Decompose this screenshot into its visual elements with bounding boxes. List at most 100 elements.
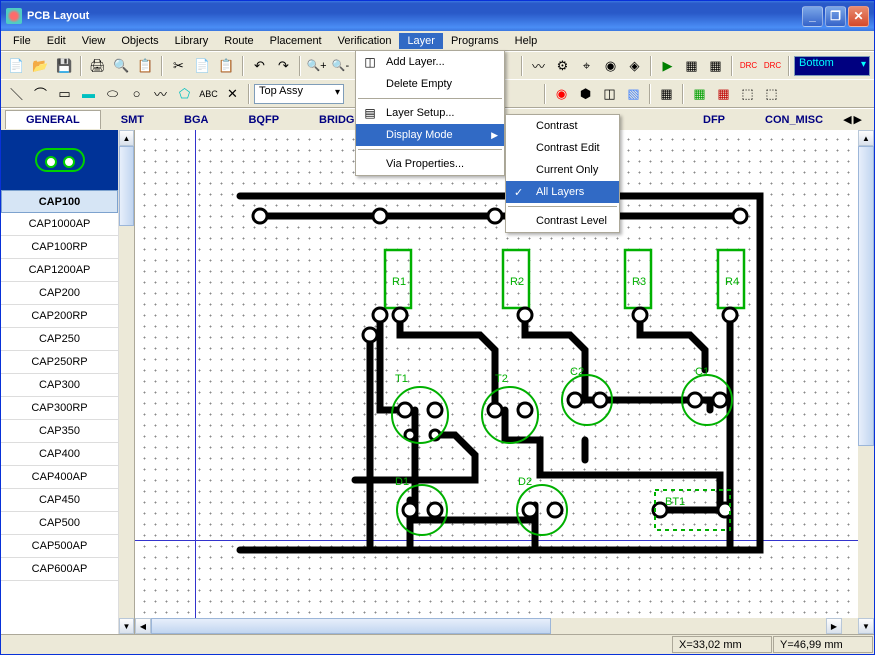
- pad-icon[interactable]: ⬢: [574, 83, 597, 105]
- grid-icon[interactable]: ▦: [655, 83, 678, 105]
- menu-layer[interactable]: Layer: [399, 33, 443, 49]
- menu-contrast-level[interactable]: Contrast Level: [506, 210, 619, 232]
- arc-icon[interactable]: ⌒: [29, 83, 52, 105]
- tool9-icon[interactable]: ▦: [688, 83, 711, 105]
- undo-icon[interactable]: ↶: [248, 55, 271, 77]
- assy-select[interactable]: Top Assy: [254, 84, 344, 104]
- paste-icon[interactable]: 📋: [215, 55, 238, 77]
- component-item[interactable]: CAP250RP: [1, 351, 118, 374]
- zoom-in-icon[interactable]: 🔍+: [305, 55, 328, 77]
- menu-file[interactable]: File: [5, 33, 39, 49]
- cat-bqfp[interactable]: BQFP: [228, 111, 299, 129]
- menu-contrast[interactable]: Contrast: [506, 115, 619, 137]
- menu-contrast-edit[interactable]: Contrast Edit: [506, 137, 619, 159]
- menu-programs[interactable]: Programs: [443, 33, 507, 49]
- pentagon-icon[interactable]: ⬠: [173, 83, 196, 105]
- display-mode-submenu: Contrast Contrast Edit Current Only ✓All…: [505, 114, 620, 233]
- zoom-out-icon[interactable]: 🔍-: [329, 55, 352, 77]
- component-item[interactable]: CAP250: [1, 328, 118, 351]
- tool8-icon[interactable]: ▧: [622, 83, 645, 105]
- copy-icon[interactable]: 📄: [191, 55, 214, 77]
- svg-text:R3: R3: [632, 276, 646, 288]
- tool7-icon[interactable]: ◫: [598, 83, 621, 105]
- component-item[interactable]: CAP200: [1, 282, 118, 305]
- title-icon[interactable]: 📋: [134, 55, 157, 77]
- cat-dfp[interactable]: DFP: [683, 111, 745, 129]
- component-item[interactable]: CAP400: [1, 443, 118, 466]
- component-item[interactable]: CAP1000AP: [1, 213, 118, 236]
- tool3-icon[interactable]: ◉: [599, 55, 622, 77]
- component-item[interactable]: CAP1200AP: [1, 259, 118, 282]
- menu-layer-setup[interactable]: ▤Layer Setup...: [356, 102, 504, 124]
- cut-icon[interactable]: ✂: [167, 55, 190, 77]
- cat-general[interactable]: GENERAL: [5, 110, 101, 129]
- minimize-button[interactable]: _: [802, 6, 823, 27]
- delete-icon[interactable]: ✕: [221, 83, 244, 105]
- drc-icon[interactable]: DRC: [737, 55, 760, 77]
- tool10-icon[interactable]: ▦: [712, 83, 735, 105]
- pcb-canvas[interactable]: R1 R2 R3 R4: [135, 130, 858, 618]
- tool1-icon[interactable]: ⚙: [551, 55, 574, 77]
- menu-route[interactable]: Route: [216, 33, 261, 49]
- component-item[interactable]: CAP200RP: [1, 305, 118, 328]
- rect-icon[interactable]: ▭: [53, 83, 76, 105]
- drc2-icon[interactable]: DRC: [761, 55, 784, 77]
- svg-text:BT1: BT1: [665, 496, 685, 508]
- text-icon[interactable]: ABC: [197, 83, 220, 105]
- menu-all-layers[interactable]: ✓All Layers: [506, 181, 619, 203]
- tool4-icon[interactable]: ◈: [623, 55, 646, 77]
- maximize-button[interactable]: ❐: [825, 6, 846, 27]
- component-item[interactable]: CAP400AP: [1, 466, 118, 489]
- component-item[interactable]: CAP100: [1, 190, 118, 213]
- component-item[interactable]: CAP300: [1, 374, 118, 397]
- route-icon[interactable]: 〰: [527, 55, 550, 77]
- component-item[interactable]: CAP350: [1, 420, 118, 443]
- ellipse-icon[interactable]: ⬭: [101, 83, 124, 105]
- cat-conmisc[interactable]: CON_MISC: [745, 111, 843, 129]
- canvas-h-scrollbar[interactable]: ◀ ▶: [135, 618, 858, 634]
- sidebar-scrollbar[interactable]: ▲ ▼: [118, 130, 134, 634]
- fillrect-icon[interactable]: ▬: [77, 83, 100, 105]
- menu-add-layer[interactable]: ◫Add Layer...: [356, 51, 504, 73]
- poly-icon[interactable]: 〰: [149, 83, 172, 105]
- open-icon[interactable]: 📂: [29, 55, 52, 77]
- tool5-icon[interactable]: ▦: [680, 55, 703, 77]
- component-item[interactable]: CAP500AP: [1, 535, 118, 558]
- cat-smt[interactable]: SMT: [101, 111, 164, 129]
- preview-icon[interactable]: 🔍: [110, 55, 133, 77]
- menu-library[interactable]: Library: [167, 33, 217, 49]
- tool12-icon[interactable]: ⬚: [760, 83, 783, 105]
- close-button[interactable]: ✕: [848, 6, 869, 27]
- menu-display-mode[interactable]: Display Mode▶: [356, 124, 504, 146]
- cat-next-icon[interactable]: ▶: [854, 113, 862, 126]
- menu-edit[interactable]: Edit: [39, 33, 74, 49]
- menu-via-properties[interactable]: Via Properties...: [356, 153, 504, 175]
- cat-bga[interactable]: BGA: [164, 111, 228, 129]
- play-icon[interactable]: ▶: [656, 55, 679, 77]
- menu-objects[interactable]: Objects: [113, 33, 166, 49]
- menu-view[interactable]: View: [74, 33, 114, 49]
- print-icon[interactable]: 🖨: [86, 55, 109, 77]
- tool2-icon[interactable]: ⌖: [575, 55, 598, 77]
- new-icon[interactable]: 📄: [5, 55, 28, 77]
- save-icon[interactable]: 💾: [53, 55, 76, 77]
- menu-verification[interactable]: Verification: [330, 33, 400, 49]
- menu-help[interactable]: Help: [507, 33, 546, 49]
- component-item[interactable]: CAP300RP: [1, 397, 118, 420]
- component-item[interactable]: CAP100RP: [1, 236, 118, 259]
- menu-current-only[interactable]: Current Only: [506, 159, 619, 181]
- component-item[interactable]: CAP600AP: [1, 558, 118, 581]
- cat-prev-icon[interactable]: ◀: [843, 113, 851, 126]
- tool6-icon[interactable]: ▦: [704, 55, 727, 77]
- menu-placement[interactable]: Placement: [262, 33, 330, 49]
- layer-select[interactable]: Bottom: [794, 56, 870, 76]
- tool11-icon[interactable]: ⬚: [736, 83, 759, 105]
- line-icon[interactable]: ＼: [5, 83, 28, 105]
- component-item[interactable]: CAP500: [1, 512, 118, 535]
- via-icon[interactable]: ◉: [550, 83, 573, 105]
- circle-icon[interactable]: ○: [125, 83, 148, 105]
- canvas-v-scrollbar[interactable]: ▲ ▼: [858, 130, 874, 634]
- redo-icon[interactable]: ↷: [272, 55, 295, 77]
- component-item[interactable]: CAP450: [1, 489, 118, 512]
- menu-delete-empty[interactable]: Delete Empty: [356, 73, 504, 95]
